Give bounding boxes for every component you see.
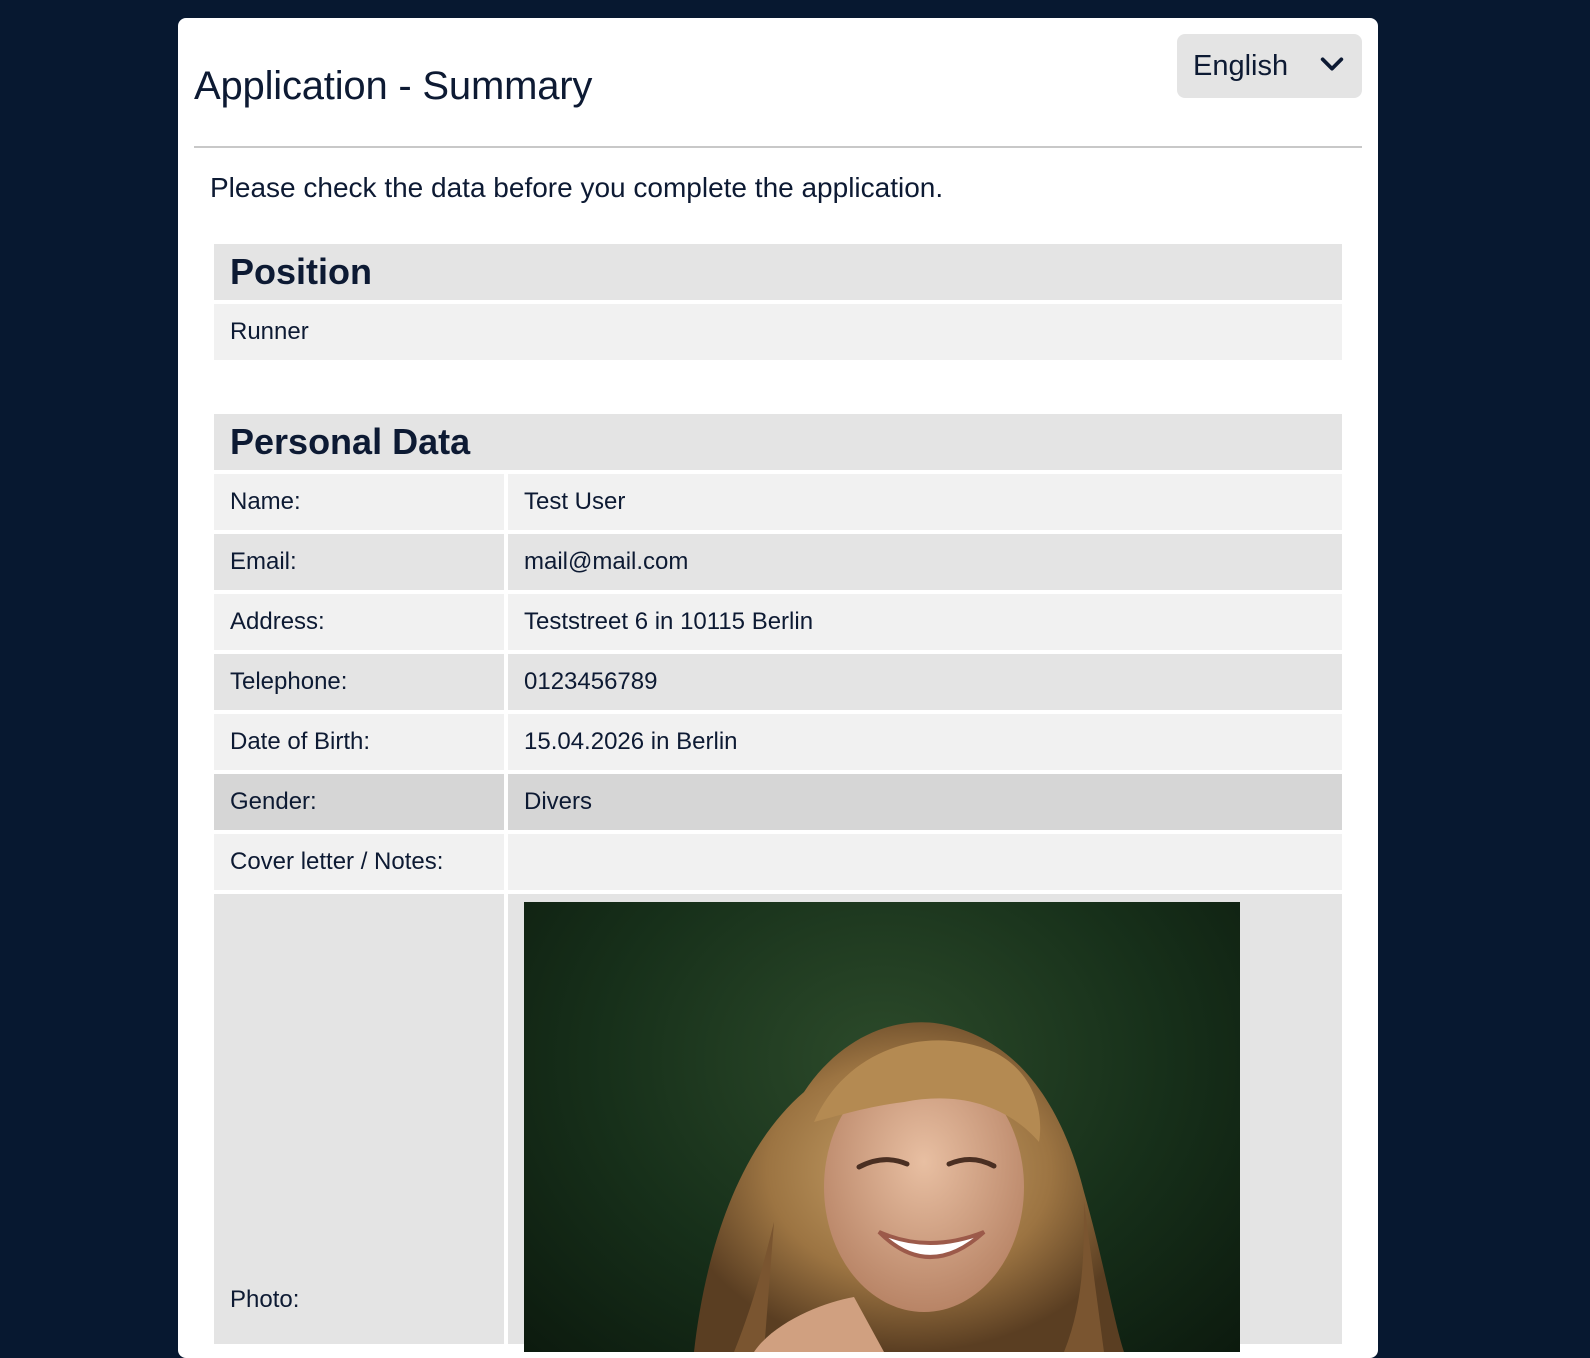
table-row-cover-letter: Cover letter / Notes:	[214, 834, 1342, 890]
row-value	[508, 834, 1342, 890]
row-label: Telephone:	[214, 654, 504, 710]
row-value: Divers	[508, 774, 1342, 830]
table-row-telephone: Telephone: 0123456789	[214, 654, 1342, 710]
portrait-illustration	[694, 1022, 1124, 1352]
row-value: Teststreet 6 in 10115 Berlin	[508, 594, 1342, 650]
row-value: 15.04.2026 in Berlin	[508, 714, 1342, 770]
row-label: Gender:	[214, 774, 504, 830]
summary-card: Application - Summary English Please che…	[178, 18, 1378, 1358]
chevron-down-icon	[1318, 50, 1346, 83]
position-section: Position Runner	[214, 244, 1342, 360]
row-value: Test User	[508, 474, 1342, 530]
row-label: Photo:	[214, 894, 504, 1344]
table-row-gender: Gender: Divers	[214, 774, 1342, 830]
language-select[interactable]: English	[1177, 34, 1362, 98]
section-heading-position: Position	[214, 244, 1342, 300]
row-label: Name:	[214, 474, 504, 530]
language-select-value: English	[1193, 49, 1289, 82]
table-row-date-of-birth: Date of Birth: 15.04.2026 in Berlin	[214, 714, 1342, 770]
row-label: Email:	[214, 534, 504, 590]
section-heading-personal-data: Personal Data	[214, 414, 1342, 470]
personal-data-section: Personal Data Name: Test User Email: mai…	[214, 414, 1342, 1352]
row-label: Date of Birth:	[214, 714, 504, 770]
page-title: Application - Summary	[194, 64, 593, 108]
table-row-email: Email: mail@mail.com	[214, 534, 1342, 590]
applicant-photo	[524, 902, 1240, 1352]
header: Application - Summary English	[194, 34, 1362, 148]
row-label: Cover letter / Notes:	[214, 834, 504, 890]
position-value: Runner	[214, 304, 1342, 360]
intro-text: Please check the data before you complet…	[210, 172, 944, 203]
table-row-address: Address: Teststreet 6 in 10115 Berlin	[214, 594, 1342, 650]
row-value: 0123456789	[508, 654, 1342, 710]
table-row-photo: Photo:	[214, 894, 1342, 1352]
table-row-name: Name: Test User	[214, 474, 1342, 530]
row-value	[508, 894, 1342, 1352]
row-label: Address:	[214, 594, 504, 650]
row-value: mail@mail.com	[508, 534, 1342, 590]
